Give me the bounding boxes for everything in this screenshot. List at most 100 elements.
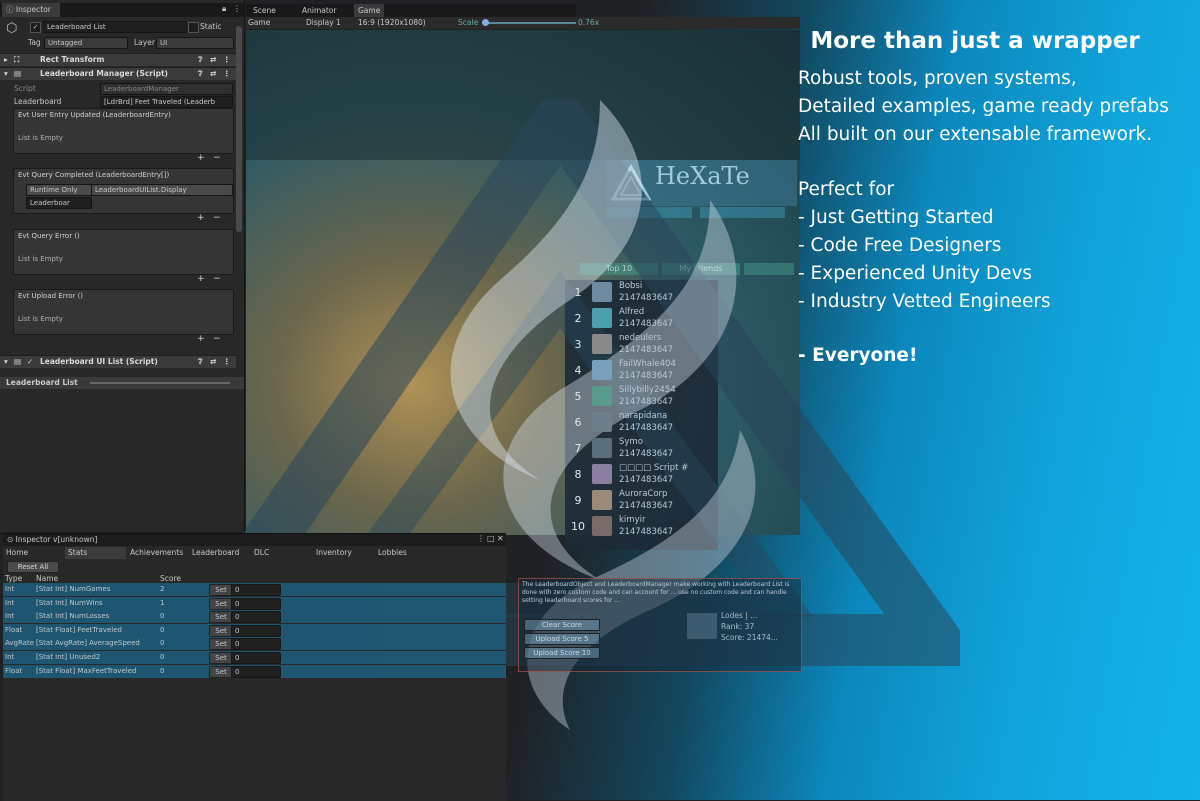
add-listener-button[interactable]: + xyxy=(197,153,205,163)
set-button[interactable]: Set xyxy=(209,665,233,678)
preset-icon[interactable]: ⇄ xyxy=(210,68,216,80)
stat-name: [Stat Int] Unused2 xyxy=(36,653,101,661)
stat-value-input[interactable]: 0 xyxy=(231,652,281,664)
preset-icon[interactable]: ⇄ xyxy=(210,54,216,66)
reset-all-button[interactable]: Reset All xyxy=(7,561,59,573)
leaderboard-field[interactable]: [LdrBrd] Feet Traveled (Leaderb xyxy=(100,96,233,108)
tab-achievements[interactable]: Achievements xyxy=(127,547,188,559)
tab-stats[interactable]: Stats xyxy=(65,547,126,559)
script-icon: ▤ xyxy=(14,357,22,366)
menu-icon[interactable]: ⋮ xyxy=(477,534,485,543)
stat-score: 0 xyxy=(160,653,165,661)
menu-icon[interactable]: ⋮ xyxy=(233,4,241,13)
stat-name: [Stat Int] NumLosses xyxy=(36,612,110,621)
set-button[interactable]: Set xyxy=(209,624,233,637)
set-button[interactable]: Set xyxy=(209,638,233,651)
set-button[interactable]: Set xyxy=(209,611,233,624)
rank-number: 4 xyxy=(574,364,582,377)
stat-value-input[interactable]: 0 xyxy=(231,638,281,651)
leaderboard-row: 5 Sillybilly2454 2147483647 xyxy=(565,384,718,410)
tab-inspector[interactable]: ⓘ Inspector xyxy=(2,3,60,17)
audience-item: - Just Getting Started xyxy=(798,207,994,228)
tab-inventory[interactable]: Inventory xyxy=(313,547,374,559)
display-dropdown[interactable]: Display 1 xyxy=(306,17,341,29)
remove-listener-button[interactable]: − xyxy=(213,213,221,223)
scale-slider[interactable] xyxy=(482,22,576,24)
set-button[interactable]: Set xyxy=(209,597,233,610)
stat-value-input[interactable]: 0 xyxy=(231,624,281,637)
tab-lobbies[interactable]: Lobbies xyxy=(375,547,436,559)
stat-value-input[interactable]: 0 xyxy=(231,665,281,678)
preset-icon[interactable]: ⇄ xyxy=(210,356,216,368)
preview-bar[interactable]: Leaderboard List xyxy=(0,377,244,389)
leaderboard-row: 10 kimyir 2147483647 xyxy=(565,514,718,540)
tag-dropdown[interactable]: Untagged xyxy=(44,37,128,49)
remove-listener-button[interactable]: − xyxy=(213,153,221,163)
manager-header[interactable]: ▾ ▤ Leaderboard Manager (Script) ❔︎ ⇄ ⋮ xyxy=(0,67,236,80)
object-name-field[interactable]: Leaderboard List xyxy=(43,21,187,33)
remove-listener-button[interactable]: − xyxy=(213,274,221,284)
stat-score: 0 xyxy=(160,625,165,634)
stat-score: 0 xyxy=(160,612,165,621)
add-listener-button[interactable]: + xyxy=(197,274,205,284)
audience-item: - Code Free Designers xyxy=(798,235,1002,256)
tab-game[interactable]: Game xyxy=(354,4,385,18)
upload-score-5-button[interactable]: Upload Score 5 xyxy=(524,633,600,645)
add-listener-button[interactable]: + xyxy=(197,213,205,223)
clear-score-button[interactable]: Clear Score xyxy=(524,619,600,631)
event-title: Evt Query Error () xyxy=(18,232,80,240)
active-checkbox[interactable]: ✓ xyxy=(30,22,41,33)
menu-icon[interactable]: ⋮ xyxy=(223,54,231,66)
close-icon[interactable]: ✕ xyxy=(497,534,504,543)
menu-icon[interactable]: ⋮ xyxy=(223,356,231,368)
player-name: nedeulers xyxy=(619,333,662,343)
stat-value-input[interactable]: 0 xyxy=(231,597,281,610)
tab-scene[interactable]: Scene xyxy=(249,4,280,18)
rank-number: 7 xyxy=(574,442,582,455)
player-score: 2147483647 xyxy=(619,475,674,485)
component-title: Leaderboard Manager (Script) xyxy=(40,69,168,78)
tab-dlc[interactable]: DLC xyxy=(251,547,312,559)
user-name: Lodes | ... xyxy=(721,611,758,620)
lock-icon[interactable]: 🔒︎ xyxy=(222,4,226,14)
tab-animator[interactable]: Animator xyxy=(298,4,340,18)
tab-home[interactable]: Home xyxy=(3,547,66,559)
event-query-error: Evt Query Error () List is Empty xyxy=(13,229,234,275)
preview-splitter[interactable] xyxy=(90,382,230,384)
set-button[interactable]: Set xyxy=(209,584,233,596)
maximize-icon[interactable]: □ xyxy=(487,534,495,543)
game-toolbar: Game Display 1 16:9 (1920x1080) Scale 0.… xyxy=(246,17,800,29)
stat-type: Int xyxy=(5,653,15,661)
upload-score-10-button[interactable]: Upload Score 10 xyxy=(524,647,600,659)
layer-label: Layer xyxy=(134,38,155,47)
player-name: □□□□ Script # xyxy=(619,463,689,473)
help-icon[interactable]: ❔︎ xyxy=(198,68,203,80)
display-mode-dropdown[interactable]: Game xyxy=(248,17,270,29)
stat-value-input[interactable]: 0 xyxy=(231,584,281,596)
leaderboard-row: 4 FailWhale404 2147483647 xyxy=(565,358,718,384)
avatar xyxy=(592,438,612,458)
event-object-field[interactable]: Leaderboar xyxy=(26,197,92,209)
method-dropdown[interactable]: LeaderboardUIList.Display xyxy=(91,184,233,196)
ui-list-header[interactable]: ▾ ▤ ✓ Leaderboard UI List (Script) ❔︎ ⇄ … xyxy=(0,355,236,368)
tab-leaderboard[interactable]: Leaderboard xyxy=(189,547,250,559)
stat-value-input[interactable]: 0 xyxy=(231,611,281,624)
set-button[interactable]: Set xyxy=(209,652,233,664)
game-tabbar: Scene Animator Game xyxy=(246,4,576,18)
scrollbar[interactable] xyxy=(236,26,242,232)
enabled-checkbox[interactable]: ✓ xyxy=(27,356,33,368)
remove-listener-button[interactable]: − xyxy=(213,334,221,344)
static-checkbox[interactable] xyxy=(188,22,199,33)
add-listener-button[interactable]: + xyxy=(197,334,205,344)
player-score: 2147483647 xyxy=(619,501,674,511)
scale-slider-handle[interactable] xyxy=(482,19,489,26)
runtime-dropdown[interactable]: Runtime Only xyxy=(26,184,92,196)
help-icon[interactable]: ❔︎ xyxy=(198,54,203,66)
help-icon[interactable]: ❔︎ xyxy=(198,356,203,368)
aspect-dropdown[interactable]: 16:9 (1920x1080) xyxy=(358,17,426,29)
stat-name: [Stat Int] NumGames xyxy=(36,585,111,593)
rect-transform-header[interactable]: ▸ ⛶ Rect Transform ❔︎ ⇄ ⋮ xyxy=(0,53,236,66)
leaderboard-row: 8 □□□□ Script # 2147483647 xyxy=(565,462,718,488)
layer-dropdown[interactable]: UI xyxy=(156,37,234,49)
menu-icon[interactable]: ⋮ xyxy=(223,68,231,80)
